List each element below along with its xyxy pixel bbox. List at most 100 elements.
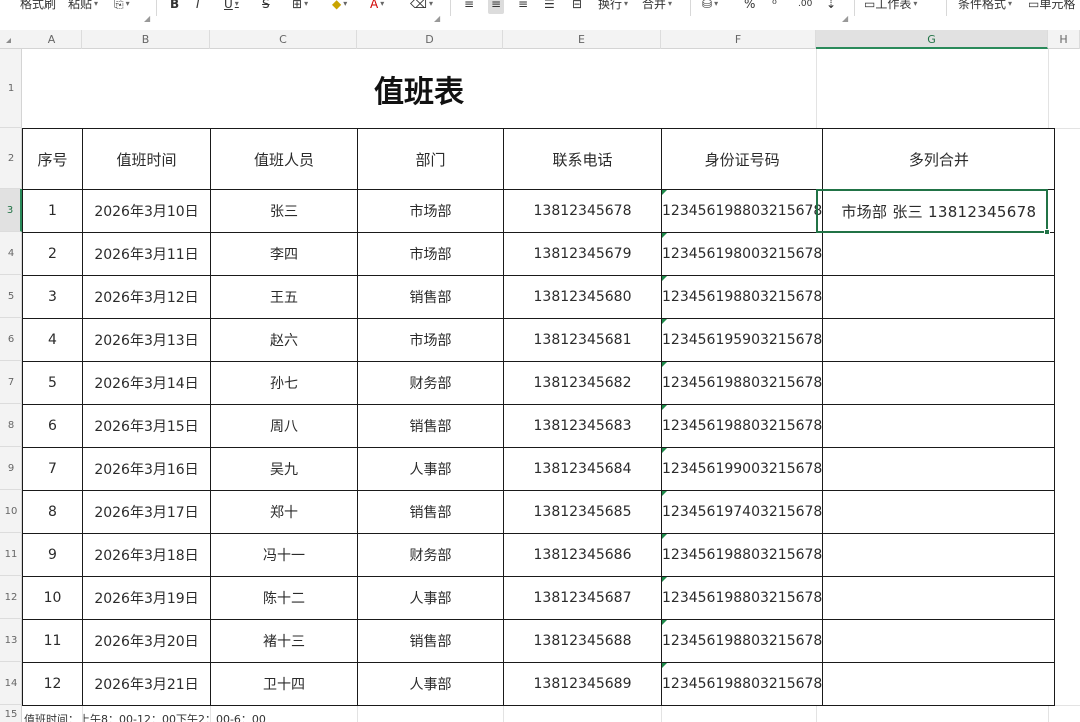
underline-icon[interactable]: U ▾ xyxy=(224,0,239,14)
cell[interactable]: 13812345688 xyxy=(503,619,662,663)
cell[interactable]: 2026年3月12日 xyxy=(82,275,211,319)
decimal-decrease-icon[interactable]: ⇣ xyxy=(826,0,836,14)
align-center-icon[interactable]: ≡ xyxy=(488,0,505,14)
italic-icon[interactable]: I xyxy=(196,0,200,14)
cell[interactable]: 2026年3月13日 xyxy=(82,318,211,362)
cell[interactable]: 123456198803215678 xyxy=(660,576,824,620)
cell[interactable]: 123456197403215678 xyxy=(660,490,824,534)
percent-button[interactable]: % xyxy=(744,0,755,14)
cell[interactable]: 人事部 xyxy=(357,447,504,491)
clear-format-icon[interactable]: ⌫ ▾ xyxy=(410,0,433,14)
cell[interactable]: 人事部 xyxy=(357,662,504,706)
cell[interactable]: 2026年3月21日 xyxy=(82,662,211,706)
cell[interactable]: 冯十一 xyxy=(210,533,358,577)
cell[interactable]: 2026年3月16日 xyxy=(82,447,211,491)
expand-corner-icon[interactable]: ◢ xyxy=(144,14,150,23)
header-cell[interactable]: 身份证号码 xyxy=(660,128,824,190)
cell[interactable]: 2026年3月19日 xyxy=(82,576,211,620)
column-header-c[interactable]: C xyxy=(210,30,357,49)
cell[interactable]: 13812345678 xyxy=(503,189,662,233)
cell[interactable]: 2026年3月10日 xyxy=(82,189,211,233)
distribute-icon[interactable]: ☰ xyxy=(544,0,555,14)
cell[interactable]: 1 xyxy=(22,189,83,233)
cell[interactable]: 赵六 xyxy=(210,318,358,362)
cell[interactable]: 123456198803215678 xyxy=(660,275,824,319)
cell[interactable]: 7 xyxy=(22,447,83,491)
cell[interactable]: 13812345684 xyxy=(503,447,662,491)
expand-corner-icon[interactable]: ◢ xyxy=(842,14,848,23)
cell[interactable] xyxy=(822,662,1056,706)
cell[interactable]: 吴九 xyxy=(210,447,358,491)
clipboard-icon[interactable]: ⎘ ▾ xyxy=(114,0,130,14)
cell[interactable] xyxy=(822,619,1056,663)
column-header-g[interactable]: G xyxy=(816,30,1048,49)
row-header-8[interactable]: 8 xyxy=(0,404,22,447)
cell[interactable]: 123456198803215678 xyxy=(660,404,824,448)
cell[interactable]: 6 xyxy=(22,404,83,448)
cell[interactable]: 10 xyxy=(22,576,83,620)
row-header-5[interactable]: 5 xyxy=(0,275,22,318)
row-header-3[interactable]: 3 xyxy=(0,189,22,232)
cell[interactable] xyxy=(822,361,1056,405)
cell[interactable]: 12 xyxy=(22,662,83,706)
cell[interactable]: 销售部 xyxy=(357,275,504,319)
duty-time-note[interactable]: 值班时间：上午8：00-12：00下午2：00-6：00 xyxy=(24,711,266,722)
cell[interactable]: 13812345689 xyxy=(503,662,662,706)
align-left-icon[interactable]: ≡ xyxy=(464,0,474,14)
cell[interactable]: 市场部 xyxy=(357,318,504,362)
cell[interactable] xyxy=(822,533,1056,577)
cell[interactable] xyxy=(822,447,1056,491)
row-header-2[interactable]: 2 xyxy=(0,128,22,189)
row-header-9[interactable]: 9 xyxy=(0,447,22,490)
row-header-1[interactable]: 1 xyxy=(0,49,22,128)
cell[interactable]: 9 xyxy=(22,533,83,577)
cell[interactable] xyxy=(822,490,1056,534)
header-cell[interactable]: 序号 xyxy=(22,128,83,190)
cell[interactable]: 2026年3月14日 xyxy=(82,361,211,405)
cell[interactable] xyxy=(822,404,1056,448)
cell-button[interactable]: ▭ 单元格 xyxy=(1028,0,1075,14)
header-cell[interactable]: 多列合并 xyxy=(822,128,1056,190)
cell[interactable]: 13812345679 xyxy=(503,232,662,276)
cell[interactable]: 5 xyxy=(22,361,83,405)
column-header-h[interactable]: H xyxy=(1048,30,1080,49)
cell[interactable]: 3 xyxy=(22,275,83,319)
cell[interactable]: 财务部 xyxy=(357,361,504,405)
cell[interactable]: 陈十二 xyxy=(210,576,358,620)
wrap-text-button[interactable]: 换行 ▾ xyxy=(598,0,628,14)
cell[interactable]: 123456198803215678 xyxy=(660,361,824,405)
cell[interactable]: 13812345686 xyxy=(503,533,662,577)
conditional-format-button[interactable]: 条件格式 ▾ xyxy=(958,0,1012,14)
row-header-11[interactable]: 11 xyxy=(0,533,22,576)
cell[interactable]: 销售部 xyxy=(357,490,504,534)
cell[interactable]: 市场部 xyxy=(357,189,504,233)
column-header-a[interactable]: A xyxy=(22,30,82,49)
select-all-corner-icon[interactable] xyxy=(6,38,11,43)
worksheet-button[interactable]: ▭ 工作表 ▾ xyxy=(864,0,917,14)
currency-icon[interactable]: ⛁ ▾ xyxy=(702,0,718,14)
column-header-f[interactable]: F xyxy=(661,30,816,49)
cell[interactable]: 123456198803215678 xyxy=(660,619,824,663)
cell[interactable]: 周八 xyxy=(210,404,358,448)
fill-color-icon[interactable]: ◆ ▾ xyxy=(332,0,347,14)
paste-button[interactable]: 粘贴 ▾ xyxy=(68,0,98,14)
cell[interactable]: 2026年3月18日 xyxy=(82,533,211,577)
cell[interactable]: 销售部 xyxy=(357,619,504,663)
cell[interactable]: 2026年3月17日 xyxy=(82,490,211,534)
row-header-6[interactable]: 6 xyxy=(0,318,22,361)
row-header-12[interactable]: 12 xyxy=(0,576,22,619)
cell[interactable]: 13812345681 xyxy=(503,318,662,362)
column-header-d[interactable]: D xyxy=(357,30,503,49)
header-cell[interactable]: 部门 xyxy=(357,128,504,190)
cell[interactable]: 2026年3月11日 xyxy=(82,232,211,276)
cell[interactable]: 王五 xyxy=(210,275,358,319)
cell[interactable] xyxy=(822,318,1056,362)
cell[interactable]: 13812345680 xyxy=(503,275,662,319)
column-header-e[interactable]: E xyxy=(503,30,661,49)
cell[interactable] xyxy=(822,232,1056,276)
cell[interactable]: 13812345685 xyxy=(503,490,662,534)
cell[interactable]: 13812345687 xyxy=(503,576,662,620)
cell[interactable]: 123456195903215678 xyxy=(660,318,824,362)
cell[interactable]: 销售部 xyxy=(357,404,504,448)
sheet-title[interactable]: 值班表 xyxy=(22,49,816,128)
